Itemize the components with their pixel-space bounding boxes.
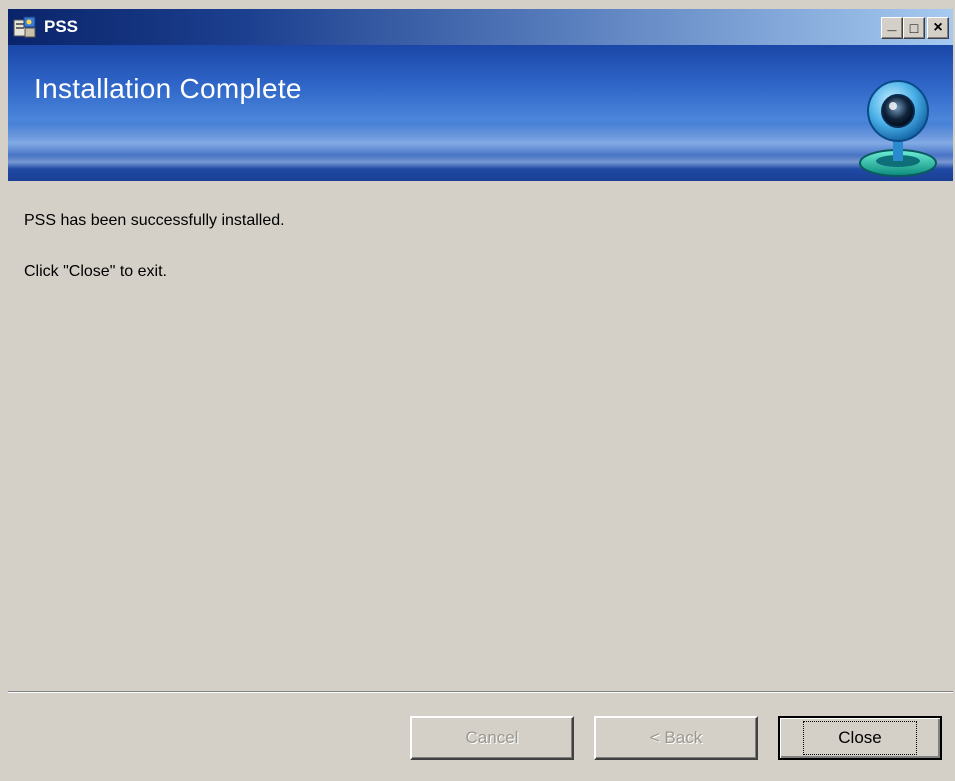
back-button[interactable]: < Back <box>594 716 758 760</box>
maximize-button[interactable]: □ <box>903 17 925 39</box>
cancel-button-label: Cancel <box>465 728 519 747</box>
banner-glow-lower <box>8 155 953 169</box>
window-controls: _ □ × <box>881 17 949 39</box>
exit-instruction: Click "Close" to exit. <box>24 263 167 280</box>
success-message: PSS has been successfully installed. <box>24 212 285 229</box>
installer-app-icon <box>12 14 38 40</box>
content-area: PSS has been successfully installed. Cli… <box>8 181 953 691</box>
maximize-icon: □ <box>909 20 919 36</box>
window-title: PSS <box>44 17 79 36</box>
close-button[interactable]: Close <box>778 716 942 760</box>
close-icon: × <box>933 19 943 36</box>
minimize-button[interactable]: _ <box>881 17 903 39</box>
banner-title: Installation Complete <box>34 73 302 104</box>
footer-divider <box>8 691 953 693</box>
header-banner: Installation Complete <box>8 45 953 181</box>
webcam-icon <box>853 75 943 181</box>
minimize-icon: _ <box>887 16 897 33</box>
back-button-label: < Back <box>649 728 703 747</box>
cancel-button[interactable]: Cancel <box>410 716 574 760</box>
close-window-button[interactable]: × <box>927 17 949 39</box>
close-button-label: Close <box>803 721 917 755</box>
title-bar[interactable]: PSS _ □ × <box>8 9 953 45</box>
